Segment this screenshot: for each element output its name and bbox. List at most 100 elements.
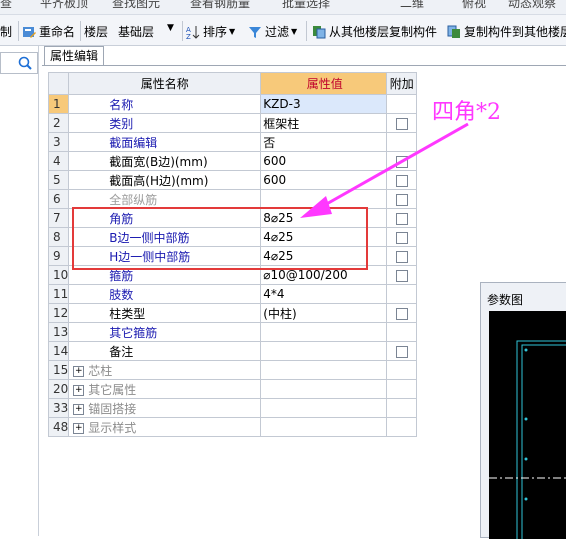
- grid-row[interactable]: 3 截面编辑否: [47, 132, 418, 152]
- toolbar-item[interactable]: 二维: [400, 0, 424, 11]
- grid-row[interactable]: 6 全部纵筋: [47, 189, 418, 209]
- add-cell[interactable]: [386, 113, 418, 133]
- expand-icon[interactable]: +: [73, 384, 85, 396]
- grid-row[interactable]: 5 截面高(H边)(mm) 600: [47, 170, 418, 190]
- copy-to-floor-icon: [447, 25, 460, 38]
- rename-button[interactable]: 重命名: [22, 23, 75, 40]
- property-value[interactable]: 框架柱: [260, 113, 388, 133]
- property-value[interactable]: 4*4: [260, 284, 388, 304]
- group-name-cell[interactable]: + 其它属性: [68, 379, 262, 399]
- property-name: 截面高(H边)(mm): [68, 170, 262, 190]
- grid-group-row[interactable]: 33 + 锚固搭接: [47, 398, 418, 418]
- search-icon[interactable]: [17, 55, 33, 71]
- grid-row[interactable]: 12 柱类型 (中柱): [47, 303, 418, 323]
- grid-row[interactable]: 11 肢数 4*4: [47, 284, 418, 304]
- add-cell[interactable]: [386, 246, 418, 266]
- highlight-box: [72, 207, 368, 270]
- add-checkbox[interactable]: [395, 117, 408, 130]
- property-name: 截面编辑: [68, 132, 262, 152]
- add-cell[interactable]: [386, 227, 418, 247]
- row-number: 33: [47, 398, 70, 418]
- add-checkbox[interactable]: [395, 155, 408, 168]
- add-checkbox[interactable]: [395, 231, 408, 244]
- grid-group-row[interactable]: 15 + 芯柱: [47, 360, 418, 380]
- add-checkbox[interactable]: [395, 269, 408, 282]
- toolbar-item[interactable]: 查找图元: [112, 0, 160, 11]
- row-number: 14: [47, 341, 70, 361]
- group-name-cell[interactable]: + 显示样式: [68, 417, 262, 437]
- add-checkbox[interactable]: [395, 212, 408, 225]
- add-checkbox[interactable]: [395, 345, 408, 358]
- sort-button[interactable]: AZ 排序 ▼: [186, 23, 235, 40]
- add-checkbox[interactable]: [395, 193, 408, 206]
- toolbar-item[interactable]: 动态观察: [508, 0, 556, 11]
- row-number: 9: [47, 246, 70, 266]
- property-value[interactable]: [260, 189, 388, 209]
- chevron-down-icon[interactable]: ▼: [167, 23, 174, 33]
- toolbar-item[interactable]: 俯视: [462, 0, 486, 11]
- grid-row[interactable]: 14 备注: [47, 341, 418, 361]
- property-name: 柱类型: [68, 303, 262, 323]
- add-cell: [386, 360, 418, 380]
- add-cell: [386, 417, 418, 437]
- add-cell[interactable]: [386, 170, 418, 190]
- property-value[interactable]: 600: [260, 151, 388, 171]
- add-cell[interactable]: [386, 189, 418, 209]
- add-checkbox[interactable]: [395, 174, 408, 187]
- group-name-cell[interactable]: + 锚固搭接: [68, 398, 262, 418]
- expand-icon[interactable]: +: [73, 422, 85, 434]
- add-cell[interactable]: [386, 265, 418, 285]
- property-value[interactable]: KZD-3: [260, 94, 388, 114]
- property-value[interactable]: [260, 341, 388, 361]
- floor-label: 楼层: [84, 25, 109, 39]
- toolbar-separator: [18, 21, 19, 41]
- toolbar-separator: [80, 21, 81, 41]
- copy-from-floor-button[interactable]: 从其他楼层复制构件: [312, 23, 437, 40]
- grid-row[interactable]: 13 其它箍筋: [47, 322, 418, 342]
- group-name: 芯柱: [88, 363, 113, 378]
- add-cell[interactable]: [386, 341, 418, 361]
- main-toolbar: 制 重命名 楼层 基础层 ▼ AZ 排序 ▼ 过滤 ▼ 从其他楼层复制构件 复制构件…: [0, 15, 566, 46]
- property-value[interactable]: 600: [260, 170, 388, 190]
- filter-button[interactable]: 过滤 ▼: [248, 23, 297, 40]
- tab-divider: [42, 65, 566, 66]
- grid-row[interactable]: 2 类别 框架柱: [47, 113, 418, 133]
- expand-icon[interactable]: +: [73, 365, 85, 377]
- grid-row[interactable]: 4 截面宽(B边)(mm) 600: [47, 151, 418, 171]
- toolbar-button[interactable]: 制: [0, 23, 12, 40]
- grid-header-num: [47, 72, 70, 95]
- row-number: 3: [47, 132, 70, 152]
- group-name: 锚固搭接: [88, 401, 137, 416]
- group-name-cell[interactable]: + 芯柱: [68, 360, 262, 380]
- add-cell[interactable]: [386, 151, 418, 171]
- add-checkbox[interactable]: [395, 250, 408, 263]
- property-name: 全部纵筋: [68, 189, 262, 209]
- toolbar-item[interactable]: 平齐板顶: [40, 0, 88, 11]
- search-input[interactable]: [0, 52, 38, 74]
- floor-select-value[interactable]: 基础层: [118, 23, 154, 40]
- property-value[interactable]: (中柱): [260, 303, 388, 323]
- group-name: 显示样式: [88, 420, 137, 435]
- toolbar-item[interactable]: 查看钢筋量: [190, 0, 250, 11]
- property-value[interactable]: [260, 322, 388, 342]
- property-value[interactable]: 否: [260, 132, 388, 152]
- add-cell[interactable]: [386, 303, 418, 323]
- param-diagram-panel: 参数图: [480, 282, 566, 542]
- toolbar-item[interactable]: 批量选择: [282, 0, 330, 11]
- property-name: 备注: [68, 341, 262, 361]
- add-checkbox[interactable]: [395, 307, 408, 320]
- add-cell[interactable]: [386, 208, 418, 228]
- property-value: [260, 417, 388, 437]
- grid-header-name: 属性名称: [68, 72, 262, 95]
- tab-property-edit[interactable]: 属性编辑: [44, 46, 104, 66]
- toolbar-item[interactable]: 查: [0, 0, 12, 11]
- group-name: 其它属性: [88, 382, 137, 397]
- grid-row[interactable]: 1 名称 KZD-3: [47, 94, 418, 114]
- param-diagram-canvas[interactable]: [489, 311, 566, 542]
- property-value: [260, 398, 388, 418]
- property-value: [260, 360, 388, 380]
- expand-icon[interactable]: +: [73, 403, 85, 415]
- grid-group-row[interactable]: 48 + 显示样式: [47, 417, 418, 437]
- copy-to-floor-button[interactable]: 复制构件到其他楼层: [447, 23, 566, 40]
- grid-group-row[interactable]: 20 + 其它属性: [47, 379, 418, 399]
